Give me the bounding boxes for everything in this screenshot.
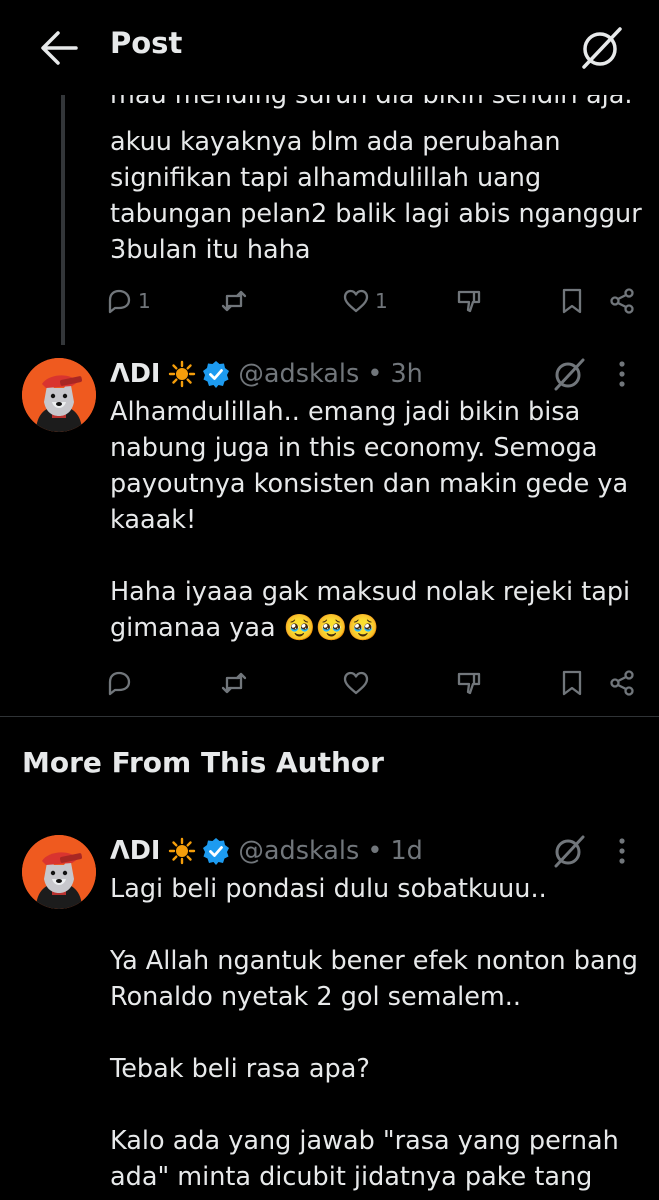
share-icon	[610, 288, 634, 314]
author-name[interactable]: ΛDI	[110, 359, 160, 389]
like-count: 1	[375, 289, 388, 313]
back-arrow-icon[interactable]	[38, 28, 80, 68]
verified-badge-icon	[203, 838, 230, 865]
clipped-text-line: mau mending suruh dia bikin sendiri aja.	[110, 95, 633, 110]
thread-connector-line	[61, 95, 65, 345]
thumbs-down-icon	[457, 672, 481, 695]
author-handle[interactable]: @adskals	[238, 359, 359, 389]
reply-icon	[108, 289, 131, 314]
bookmark-icon	[562, 288, 582, 314]
more-options-icon[interactable]	[612, 359, 632, 389]
dislike-button[interactable]	[455, 663, 485, 703]
author-name[interactable]: ΛDI	[110, 836, 160, 866]
grok-icon[interactable]	[552, 834, 586, 868]
dislike-button[interactable]	[455, 281, 485, 321]
post-time: • 3h	[367, 359, 423, 389]
verified-badge-icon	[203, 361, 230, 388]
retweet-button[interactable]	[219, 663, 249, 703]
reply-button[interactable]	[104, 663, 134, 703]
section-divider	[0, 716, 659, 717]
retweet-icon	[221, 290, 247, 312]
heart-icon	[343, 671, 369, 695]
top-bar: Post	[0, 0, 659, 95]
reply-button[interactable]: 1	[104, 281, 151, 321]
post-time: • 1d	[367, 836, 423, 866]
sun-emoji-icon	[169, 837, 196, 865]
reply1-action-bar: 1 1	[104, 281, 644, 321]
wolf-avatar-icon	[22, 835, 96, 909]
bookmark-button[interactable]	[557, 281, 587, 321]
avatar[interactable]	[22, 835, 96, 909]
reply2-action-bar	[104, 663, 644, 703]
thumbs-down-icon	[457, 290, 481, 313]
author-handle[interactable]: @adskals	[238, 836, 359, 866]
like-button[interactable]: 1	[341, 281, 388, 321]
grok-icon[interactable]	[552, 357, 586, 391]
retweet-button[interactable]	[219, 281, 249, 321]
section-title: More From This Author	[22, 746, 384, 779]
reply2-header: ΛDI @adskals • 3h	[110, 356, 423, 392]
more-options-icon[interactable]	[612, 836, 632, 866]
bookmark-icon	[562, 670, 582, 696]
reply-icon	[108, 671, 131, 696]
share-button[interactable]	[607, 281, 637, 321]
post3-text: Lagi beli pondasi dulu sobatkuuu.. Ya Al…	[110, 874, 638, 1192]
post3-header: ΛDI @adskals • 1d	[110, 833, 423, 869]
avatar[interactable]	[22, 358, 96, 432]
wolf-avatar-icon	[22, 358, 96, 432]
share-icon	[610, 670, 634, 696]
heart-icon	[343, 289, 369, 313]
like-button[interactable]	[341, 663, 371, 703]
reply1-text: akuu kayaknya blm ada perubahan signifik…	[110, 127, 642, 265]
grok-icon[interactable]	[578, 25, 624, 71]
reply2-text: Alhamdulillah.. emang jadi bikin bisa na…	[110, 397, 631, 643]
sun-emoji-icon	[169, 360, 196, 388]
retweet-icon	[221, 672, 247, 694]
page-title: Post	[110, 26, 183, 60]
reply-count: 1	[138, 289, 151, 313]
bookmark-button[interactable]	[557, 663, 587, 703]
share-button[interactable]	[607, 663, 637, 703]
